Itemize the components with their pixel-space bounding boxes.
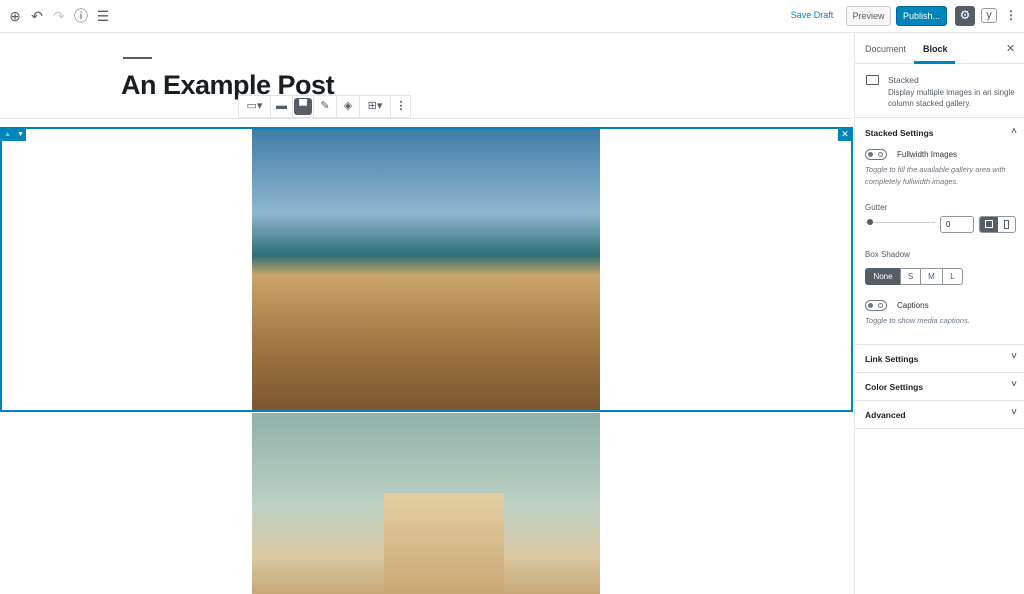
settings-sidebar: Document Block ✕ Stacked Display multipl… xyxy=(854,33,1024,594)
block-description: Display multiple images in an single col… xyxy=(888,88,1015,108)
more-vertical-icon[interactable]: ⋮ xyxy=(1004,6,1018,26)
box-shadow-none[interactable]: None xyxy=(865,268,901,285)
remove-image-icon[interactable]: ✕ xyxy=(838,128,852,141)
close-sidebar-icon[interactable]: ✕ xyxy=(1006,42,1015,55)
gutter-label: Gutter xyxy=(865,203,888,212)
box-shadow-label: Box Shadow xyxy=(865,250,910,259)
preview-button[interactable]: Preview xyxy=(846,6,891,26)
fullwidth-help: Toggle to fill the available gallery are… xyxy=(865,165,1006,186)
gallery-image-hotel[interactable] xyxy=(252,413,600,594)
chevron-down-icon[interactable]: ˅ xyxy=(1011,407,1017,418)
save-draft-button[interactable]: Save Draft xyxy=(785,6,839,26)
advanced-title[interactable]: Advanced xyxy=(865,410,906,420)
gutter-narrow-icon[interactable] xyxy=(1004,220,1009,229)
link-settings-panel[interactable]: Link Settings ˅ xyxy=(855,345,1024,373)
move-up-icon[interactable]: ▲ xyxy=(4,131,11,138)
box-shadow-s[interactable]: S xyxy=(900,268,921,285)
block-type-image-icon[interactable]: ▭▾ xyxy=(239,96,271,117)
fullwidth-images-label: Fullwidth Images xyxy=(897,150,958,159)
redo-icon[interactable]: ↷ xyxy=(51,8,67,24)
stacked-settings-title[interactable]: Stacked Settings xyxy=(865,128,934,138)
color-settings-panel[interactable]: Color Settings ˅ xyxy=(855,373,1024,401)
advanced-panel[interactable]: Advanced ˅ xyxy=(855,401,1024,429)
divider xyxy=(0,118,853,119)
block-toolbar: ▭▾ ▬ ▀ ✎ ◈ ⊞▾ ⋮ xyxy=(238,95,411,118)
box-shadow-l[interactable]: L xyxy=(942,268,963,285)
captions-toggle[interactable] xyxy=(865,300,887,311)
gutter-slider[interactable] xyxy=(865,222,935,223)
stacked-block-icon xyxy=(866,75,879,85)
publish-button[interactable]: Publish... xyxy=(896,6,947,26)
tab-block[interactable]: Block xyxy=(923,44,948,54)
gutter-mode-group xyxy=(979,216,1016,233)
gutter-wide-icon[interactable] xyxy=(980,217,998,232)
tab-document[interactable]: Document xyxy=(865,44,906,54)
gallery-image-pool-deck[interactable] xyxy=(252,129,600,410)
link-settings-title[interactable]: Link Settings xyxy=(865,354,918,364)
box-shadow-options: None S M L xyxy=(865,268,965,285)
sidebar-tabs: Document Block ✕ xyxy=(855,33,1024,64)
more-options-icon[interactable]: ⋮ xyxy=(391,96,411,117)
stacked-settings-panel: Stacked Settings ˄ Fullwidth Images Togg… xyxy=(855,118,1024,345)
chevron-down-icon[interactable]: ˅ xyxy=(1011,379,1017,390)
gutter-slider-handle[interactable] xyxy=(867,219,873,225)
block-mover[interactable]: ▲ ▼ xyxy=(0,128,26,141)
yoast-icon[interactable]: y xyxy=(981,8,997,23)
block-navigation-icon[interactable]: ☰ xyxy=(95,8,111,24)
title-separator xyxy=(123,57,152,59)
hotel-building xyxy=(384,493,504,594)
add-block-icon[interactable]: ⊕ xyxy=(7,8,23,24)
color-settings-title[interactable]: Color Settings xyxy=(865,382,923,392)
top-toolbar: ⊕ ↶ ↷ ⓘ ☰ Save Draft Preview Publish... … xyxy=(0,0,1024,33)
chevron-down-icon[interactable]: ˅ xyxy=(1011,351,1017,362)
align-full-icon[interactable]: ▀ xyxy=(293,96,314,117)
captions-help: Toggle to show media captions. xyxy=(865,316,970,325)
captions-label: Captions xyxy=(897,301,929,310)
gutter-input[interactable]: 0 xyxy=(940,216,974,233)
block-name: Stacked xyxy=(888,75,919,85)
fill-bucket-icon[interactable]: ◈ xyxy=(337,96,360,117)
settings-gear-icon[interactable]: ⚙ xyxy=(955,6,975,26)
align-wide-icon[interactable]: ▬ xyxy=(271,96,293,117)
undo-icon[interactable]: ↶ xyxy=(29,8,45,24)
fullwidth-images-toggle[interactable] xyxy=(865,149,887,160)
info-icon[interactable]: ⓘ xyxy=(73,8,89,24)
move-down-icon[interactable]: ▼ xyxy=(17,131,24,138)
add-media-icon[interactable]: ⊞▾ xyxy=(360,96,391,117)
chevron-up-icon[interactable]: ˄ xyxy=(1011,126,1017,137)
box-shadow-m[interactable]: M xyxy=(920,268,943,285)
block-card: Stacked Display multiple images in an si… xyxy=(855,64,1024,118)
edit-pencil-icon[interactable]: ✎ xyxy=(314,96,337,117)
